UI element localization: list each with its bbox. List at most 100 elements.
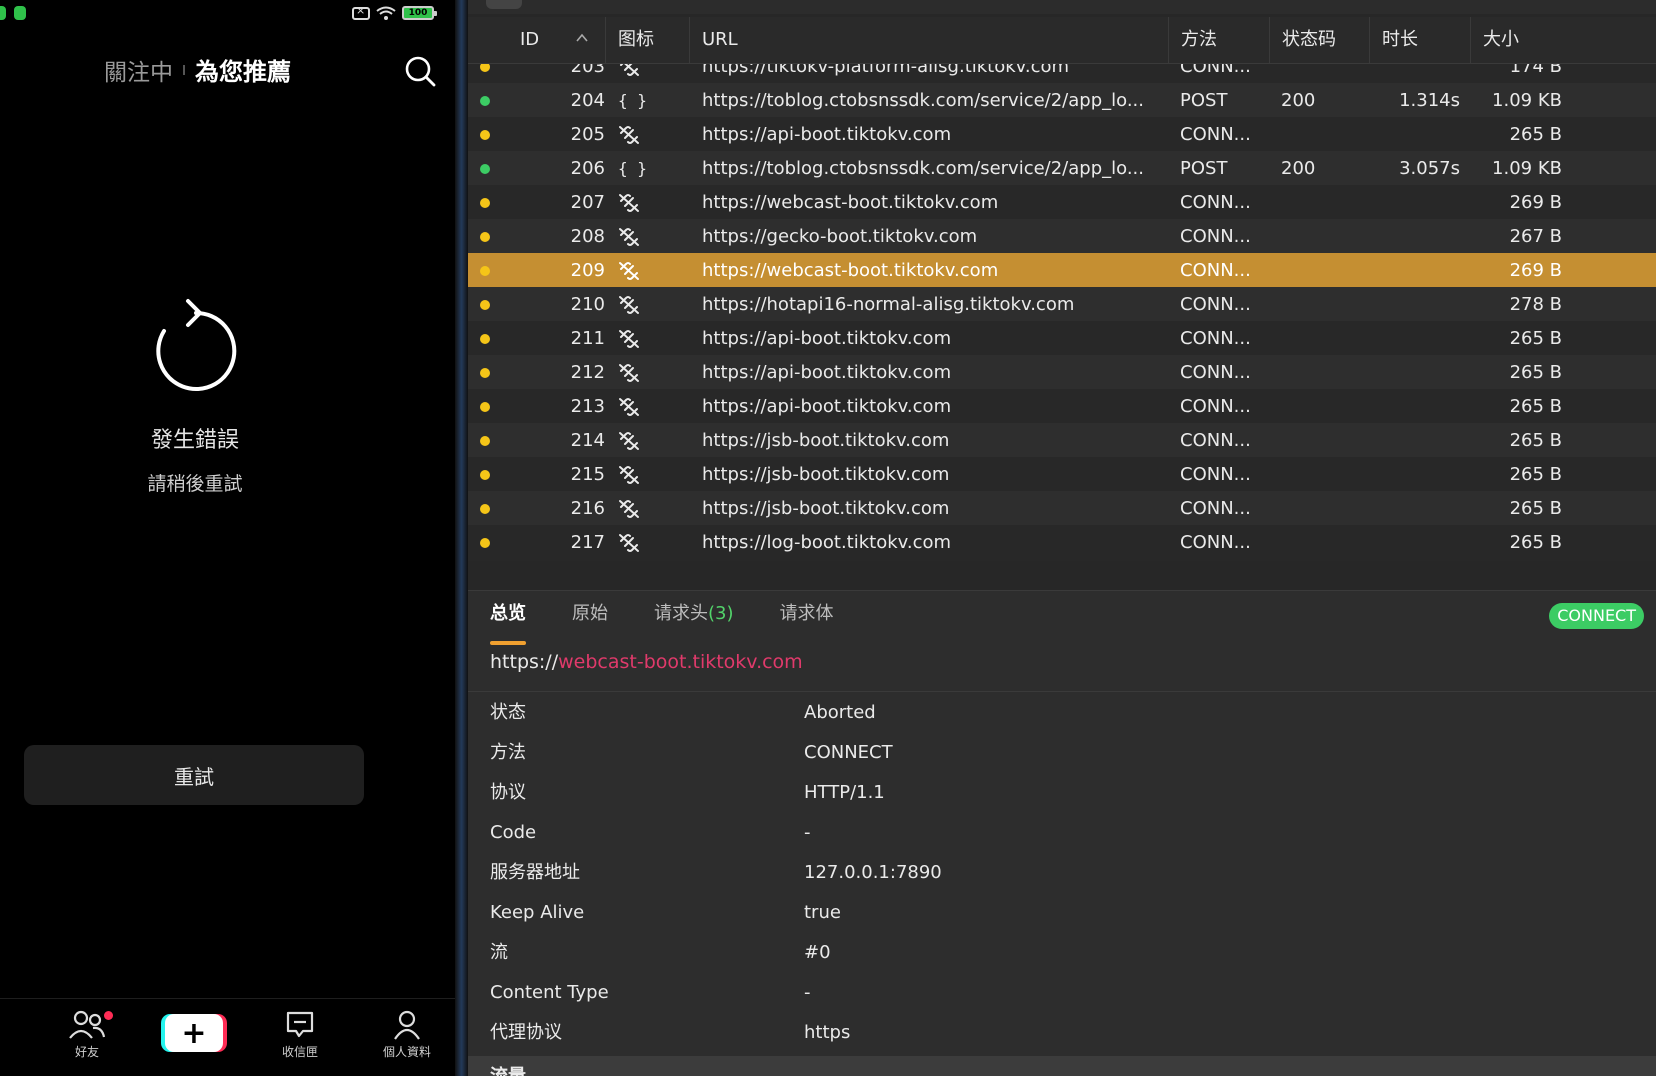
field-value[interactable]: 127.0.0.1:7890	[804, 853, 942, 893]
tab-following[interactable]: 關注中	[104, 53, 173, 87]
field-value[interactable]: https	[804, 1013, 850, 1053]
field-value[interactable]: Aborted	[804, 693, 876, 733]
table-row-selected[interactable]: 209 https://webcast-boot.tiktokv.com CONN.…	[468, 253, 1656, 289]
table-row[interactable]: 203 https://tiktokv-platform-alisg.tiktok…	[468, 64, 1656, 85]
reload-icon	[156, 299, 237, 391]
tab-for-you[interactable]: 為您推薦	[195, 52, 291, 87]
nav-friends[interactable]: 好友	[47, 1009, 127, 1060]
cell-method: CONN...	[1180, 294, 1251, 315]
phone-screen: 100 關注中 為您推薦 發生錯誤 請稍後重試 重試 好友 +	[0, 0, 455, 1076]
tab-request-headers[interactable]: 请求头(3)	[654, 599, 734, 645]
table-row[interactable]: 205 https://api-boot.tiktokv.com CONN... 26…	[468, 117, 1656, 153]
cell-size: 265 B	[1509, 396, 1562, 417]
cell-url: https://log-boot.tiktokv.com	[702, 532, 952, 553]
nav-inbox[interactable]: 收信匣	[260, 1009, 340, 1060]
toolbar-tab[interactable]	[486, 0, 522, 9]
table-row[interactable]: 212 https://api-boot.tiktokv.com CONN... 26…	[468, 355, 1656, 391]
detail-field: 状态 Aborted	[490, 693, 1640, 733]
table-row[interactable]: 208 https://gecko-boot.tiktokv.com CONN...…	[468, 219, 1656, 255]
inbox-icon	[286, 1011, 314, 1038]
cell-id: 204	[570, 90, 605, 111]
field-key: 方法	[490, 742, 526, 763]
cell-size: 265 B	[1509, 328, 1562, 349]
toolbar-strip	[468, 0, 1656, 14]
retry-button[interactable]: 重試	[24, 745, 364, 805]
field-value[interactable]: true	[804, 893, 841, 933]
column-label: 状态码	[1282, 29, 1336, 50]
detail-field: 代理协议 https	[490, 1013, 1640, 1053]
column-header-size[interactable]: 大小	[1470, 17, 1572, 63]
table-row[interactable]: 206 { } https://toblog.ctobsnssdk.com/serv…	[468, 151, 1656, 187]
table-row[interactable]: 217 https://log-boot.tiktokv.com CONN... 26…	[468, 525, 1656, 561]
sort-ascending-icon[interactable]	[575, 31, 589, 45]
cell-method: CONN...	[1180, 430, 1251, 451]
detail-field: Keep Alive true	[490, 893, 1640, 933]
search-icon[interactable]	[404, 55, 436, 87]
tab-overview[interactable]: 总览	[490, 599, 526, 645]
cell-status: 200	[1281, 158, 1316, 179]
detail-url[interactable]: https://webcast-boot.tiktokv.com	[490, 651, 803, 673]
field-value[interactable]: #0	[804, 933, 831, 973]
tab-separator	[183, 64, 185, 75]
status-indicator-icon	[14, 6, 26, 20]
column-header-icon[interactable]: 图标	[605, 17, 689, 63]
no-sim-icon	[352, 4, 370, 20]
table-header: ID 图标 URL 方法 状态码 时长 大小	[468, 17, 1656, 64]
table-row[interactable]: 216 https://jsb-boot.tiktokv.com CONN... 26…	[468, 491, 1656, 527]
status-dot	[480, 334, 490, 344]
profile-icon	[394, 1010, 420, 1040]
column-header-duration[interactable]: 时长	[1369, 17, 1470, 63]
table-row[interactable]: 210 https://hotapi16-normal-alisg.tiktokv…	[468, 287, 1656, 323]
field-value[interactable]: -	[804, 813, 811, 853]
cell-status: 200	[1281, 90, 1316, 111]
column-header-status[interactable]: 状态码	[1269, 17, 1369, 63]
status-dot	[480, 198, 490, 208]
table-row[interactable]: 214 https://jsb-boot.tiktokv.com CONN... 26…	[468, 423, 1656, 459]
table-row[interactable]: 215 https://jsb-boot.tiktokv.com CONN... 26…	[468, 457, 1656, 493]
nav-profile[interactable]: 個人資料	[367, 1009, 447, 1060]
cell-method: CONN...	[1180, 328, 1251, 349]
url-host: webcast-boot.tiktokv.com	[558, 651, 803, 673]
method-badge: CONNECT	[1549, 603, 1644, 629]
field-value[interactable]: -	[804, 973, 811, 1013]
detail-panel: 总览 原始 请求头(3) 请求体 CONNECT https://webcast…	[468, 590, 1656, 1076]
nav-profile-label: 個人資料	[382, 1045, 431, 1059]
cell-url: https://api-boot.tiktokv.com	[702, 328, 952, 349]
cell-size: 265 B	[1509, 362, 1562, 383]
unlinked-chain-icon	[619, 398, 639, 416]
tab-request-body[interactable]: 请求体	[780, 599, 834, 645]
column-header-method[interactable]: 方法	[1168, 17, 1269, 63]
error-subtitle: 請稍後重試	[147, 473, 243, 495]
unlinked-chain-icon	[619, 296, 639, 314]
column-header-url[interactable]: URL	[689, 17, 1168, 63]
unlinked-chain-icon	[619, 194, 639, 212]
table-row[interactable]: 211 https://api-boot.tiktokv.com CONN... 26…	[468, 321, 1656, 357]
status-dot	[480, 266, 490, 276]
table-row[interactable]: 207 https://webcast-boot.tiktokv.com CONN.…	[468, 185, 1656, 221]
field-value[interactable]: HTTP/1.1	[804, 773, 885, 813]
unlinked-chain-icon	[619, 262, 639, 280]
status-dot	[480, 402, 490, 412]
column-label: 时长	[1382, 29, 1418, 50]
bottom-nav: 好友 + 收信匣 個人資料	[0, 998, 455, 1076]
cell-method: CONN...	[1180, 362, 1251, 383]
notification-dot	[104, 1011, 113, 1020]
detail-field: 流 #0	[490, 933, 1640, 973]
cell-url: https://jsb-boot.tiktokv.com	[702, 464, 950, 485]
column-header-id[interactable]: ID	[508, 17, 605, 63]
detail-field: Content Type -	[490, 973, 1640, 1013]
column-label: 图标	[618, 29, 654, 50]
json-icon: { }	[618, 91, 647, 110]
network-inspector: ID 图标 URL 方法 状态码 时长 大小 203 https://tiktok…	[468, 0, 1656, 1076]
cell-url: https://jsb-boot.tiktokv.com	[702, 498, 950, 519]
field-value[interactable]: CONNECT	[804, 733, 893, 773]
nav-friends-label: 好友	[74, 1045, 99, 1059]
table-row[interactable]: 213 https://api-boot.tiktokv.com CONN... 26…	[468, 389, 1656, 425]
cell-url: https://jsb-boot.tiktokv.com	[702, 430, 950, 451]
status-dot	[480, 368, 490, 378]
cell-size: 267 B	[1509, 226, 1562, 247]
create-button[interactable]: +	[165, 1014, 223, 1052]
table-row[interactable]: 204 { } https://toblog.ctobsnssdk.com/serv…	[468, 83, 1656, 119]
field-key: Content Type	[490, 982, 609, 1003]
tab-raw[interactable]: 原始	[572, 599, 608, 645]
